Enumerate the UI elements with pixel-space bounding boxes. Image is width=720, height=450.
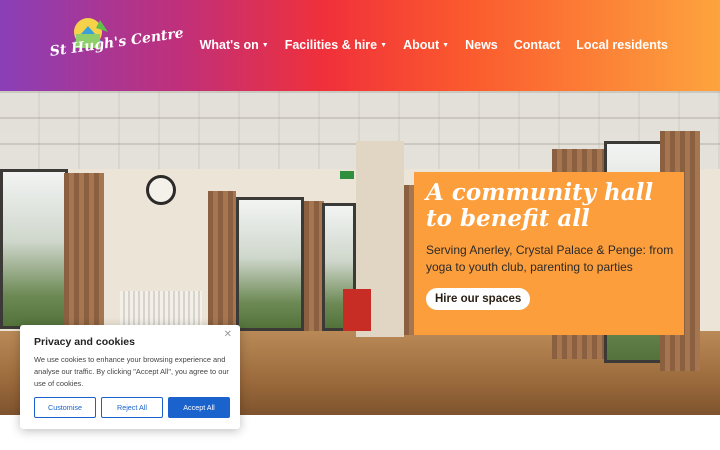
reject-all-button[interactable]: Reject All [101,397,163,418]
close-icon[interactable]: ✕ [224,329,232,340]
cookie-body-text: We use cookies to enhance your browsing … [34,355,229,388]
nav-label: Facilities & hire [284,38,378,52]
chevron-down-icon: ▼ [261,41,269,49]
hire-our-spaces-button[interactable]: Hire our spaces [426,288,531,310]
nav-facilities-hire[interactable]: Facilities & hire ▼ [285,38,387,52]
window-left [0,169,68,329]
cookie-title: Privacy and cookies [34,336,135,348]
nav-news[interactable]: News [465,38,498,52]
cookie-banner: Privacy and cookies ✕ We use cookies to … [20,325,240,429]
customise-button[interactable]: Customise [34,397,96,418]
curtain-mid [304,201,324,331]
window-mid [236,197,304,331]
nav-contact[interactable]: Contact [514,38,561,52]
nav-label: Contact [513,38,561,52]
nav-about[interactable]: About ▼ [403,38,449,52]
hero-title-line2: to benefit all [426,205,590,232]
fire-extinguisher-cabinet [343,289,371,331]
exit-sign-icon [340,171,354,179]
site-header: St Hugh's Centre What's on ▼ Facilities … [0,0,720,91]
curtain-left [64,173,104,343]
hero-subtitle: Serving Anerley, Crystal Palace & Penge:… [426,243,674,274]
nav-whats-on[interactable]: What's on ▼ [200,38,269,52]
cookie-buttons: Customise Reject All Accept All [34,397,230,418]
hero-title-line1: A community hall [426,179,654,206]
nav-label: News [465,38,498,52]
main-nav: What's on ▼ Facilities & hire ▼ About ▼ … [200,38,668,52]
nav-label: What's on [199,38,259,52]
clock-icon [146,175,176,205]
nav-local-residents[interactable]: Local residents [576,38,668,52]
curtain-mid-left [208,191,236,331]
radiator [120,291,202,329]
chevron-down-icon: ▼ [442,41,450,49]
nav-label: About [403,38,440,52]
accept-all-button[interactable]: Accept All [168,397,230,418]
hero-title: A community hall to benefit all [426,180,676,232]
chevron-down-icon: ▼ [380,41,388,49]
nav-label: Local residents [576,38,668,52]
